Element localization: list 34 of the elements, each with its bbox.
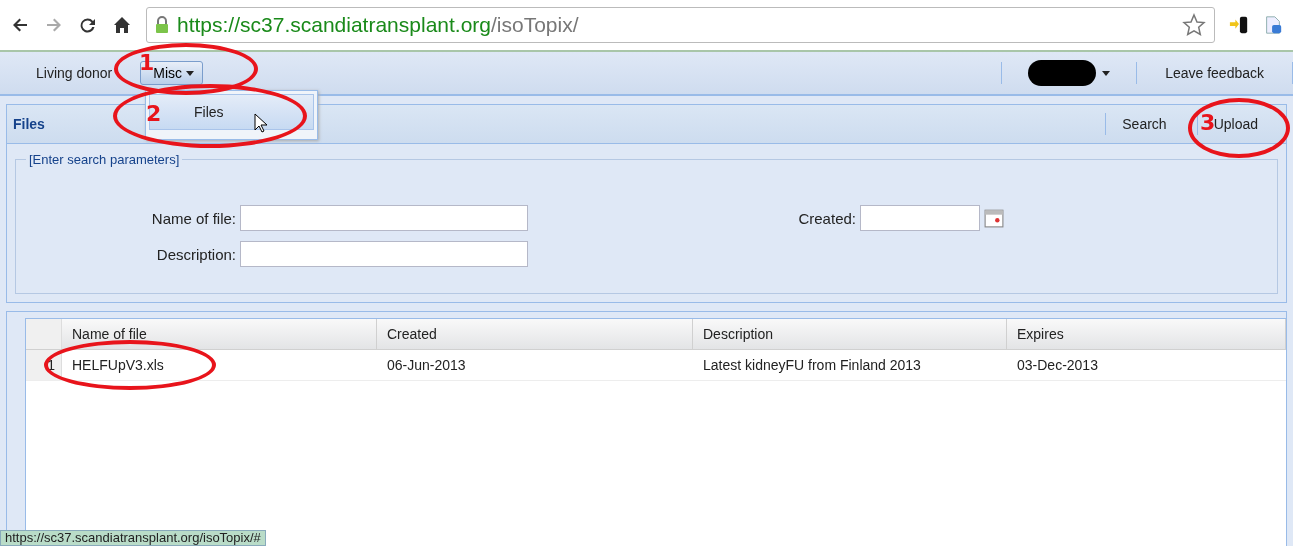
redaction-mark [1028, 60, 1097, 86]
nav-link[interactable]: Living donor [30, 65, 119, 81]
annotation-number: 2 [146, 101, 162, 126]
text-field[interactable] [240, 241, 528, 267]
table-cell[interactable]: 03-Dec-2013 [1007, 350, 1286, 380]
caret-icon [1102, 70, 1111, 76]
column-header[interactable]: Expires [1007, 319, 1286, 349]
field-label: Name of file: [150, 209, 236, 227]
table-cell[interactable]: 06-Jun-2013 [377, 350, 693, 380]
address-bar[interactable]: https://sc37.scandiatransplant.org/isoTopix/ [146, 7, 1215, 43]
toolbar-action[interactable]: Search [1116, 116, 1173, 132]
table-cell[interactable]: Latest kidneyFU from Finland 2013 [693, 350, 1007, 380]
phone-icon[interactable] [1229, 15, 1249, 35]
home-icon[interactable] [112, 15, 132, 35]
column-header[interactable]: Created [377, 319, 693, 349]
cursor-icon [254, 113, 268, 133]
calendar-icon[interactable] [984, 208, 1004, 228]
status-url: https://sc37.scandiatransplant.org/isoTopix/# [0, 530, 266, 546]
panel-title: Files [13, 116, 45, 132]
fieldset-legend: [Enter search parameters] [26, 152, 183, 167]
field-label: Created: [797, 209, 856, 227]
annotation-number: 3 [1200, 110, 1216, 135]
caret-icon [186, 70, 195, 76]
field-label: Description: [155, 245, 236, 263]
feedback-link[interactable]: Leave feedback [1159, 65, 1270, 81]
column-header[interactable]: Name of file [62, 319, 377, 349]
table-cell[interactable]: HELFUpV3.xls [62, 350, 377, 380]
text-field[interactable] [240, 205, 528, 231]
padlock-icon [155, 16, 169, 34]
column-header[interactable]: Description [693, 319, 1007, 349]
date-field[interactable] [860, 205, 980, 231]
url-text: https://sc37.scandiatransplant.org/isoTopix/ [177, 13, 579, 37]
document-icon[interactable] [1263, 15, 1283, 35]
star-icon[interactable] [1182, 13, 1206, 37]
